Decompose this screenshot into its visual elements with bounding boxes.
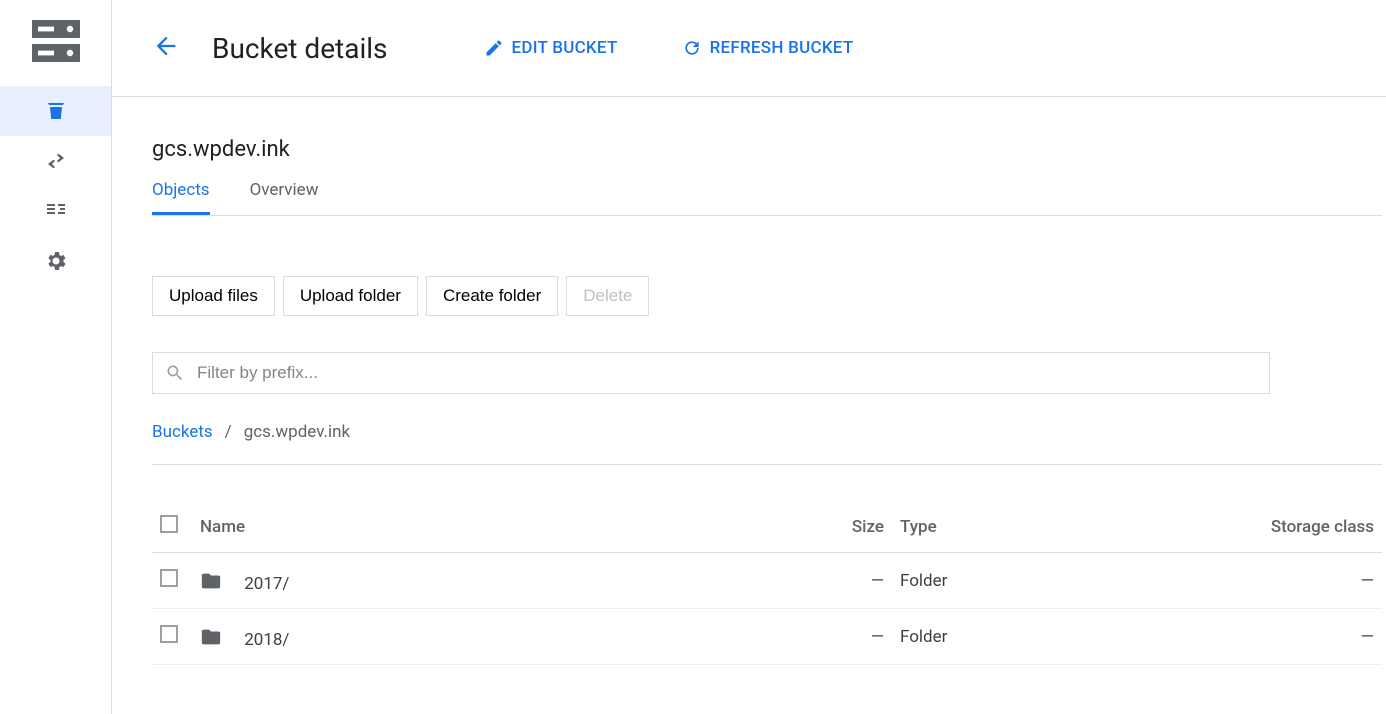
table-row[interactable]: 2018/ — Folder — [152, 609, 1382, 665]
upload-folder-button[interactable]: Upload folder [283, 276, 418, 316]
object-storage-class: — [1212, 609, 1382, 665]
refresh-icon [682, 38, 702, 58]
breadcrumb-root[interactable]: Buckets [152, 422, 213, 442]
edit-bucket-button[interactable]: EDIT BUCKET [484, 38, 618, 58]
search-icon [165, 363, 185, 383]
folder-icon [200, 633, 226, 653]
col-size[interactable]: Size [812, 501, 892, 553]
bucket-name: gcs.wpdev.ink [152, 137, 1386, 162]
rail-item-transfer-appliance[interactable] [0, 186, 111, 236]
object-type: Folder [892, 609, 1212, 665]
delete-button: Delete [566, 276, 649, 316]
col-name[interactable]: Name [192, 501, 812, 553]
object-size: — [812, 553, 892, 609]
breadcrumb-sep: / [225, 422, 232, 442]
object-type: Folder [892, 553, 1212, 609]
create-folder-button[interactable]: Create folder [426, 276, 558, 316]
refresh-bucket-label: REFRESH BUCKET [710, 38, 854, 58]
gear-icon [44, 249, 68, 273]
col-type[interactable]: Type [892, 501, 1212, 553]
row-checkbox[interactable] [160, 569, 178, 587]
appliance-icon [44, 199, 68, 223]
table-row[interactable]: 2017/ — Folder — [152, 553, 1382, 609]
object-toolbar: Upload files Upload folder Create folder… [152, 276, 1386, 316]
objects-table: Name Size Type Storage class 2017/ [152, 501, 1382, 665]
prefix-filter[interactable] [152, 352, 1270, 394]
rail-item-settings[interactable] [0, 236, 111, 286]
col-storage-class[interactable]: Storage class [1212, 501, 1382, 553]
breadcrumb: Buckets / gcs.wpdev.ink [152, 422, 1382, 465]
refresh-bucket-button[interactable]: REFRESH BUCKET [682, 38, 854, 58]
upload-files-button[interactable]: Upload files [152, 276, 275, 316]
back-button[interactable] [152, 32, 180, 64]
detail-tabs: Objects Overview [152, 180, 1382, 216]
folder-icon [200, 577, 226, 597]
object-name[interactable]: 2018/ [244, 630, 289, 650]
breadcrumb-current: gcs.wpdev.ink [244, 422, 350, 442]
object-storage-class: — [1212, 553, 1382, 609]
object-name[interactable]: 2017/ [244, 574, 289, 594]
tab-objects[interactable]: Objects [152, 180, 210, 215]
object-size: — [812, 609, 892, 665]
rail-item-browser[interactable] [0, 86, 111, 136]
prefix-filter-input[interactable] [197, 363, 1257, 383]
bucket-icon [44, 99, 68, 123]
arrow-left-icon [152, 32, 180, 60]
product-logo [0, 20, 111, 62]
page-title: Bucket details [212, 32, 388, 65]
row-checkbox[interactable] [160, 625, 178, 643]
tab-overview[interactable]: Overview [250, 180, 319, 215]
page-header: Bucket details EDIT BUCKET REFRESH BUCKE… [112, 0, 1386, 97]
side-rail [0, 0, 112, 714]
edit-bucket-label: EDIT BUCKET [512, 38, 618, 58]
transfer-icon [44, 149, 68, 173]
storage-logo-icon [32, 20, 80, 62]
pencil-icon [484, 38, 504, 58]
select-all-checkbox[interactable] [160, 515, 178, 533]
rail-item-transfer[interactable] [0, 136, 111, 186]
